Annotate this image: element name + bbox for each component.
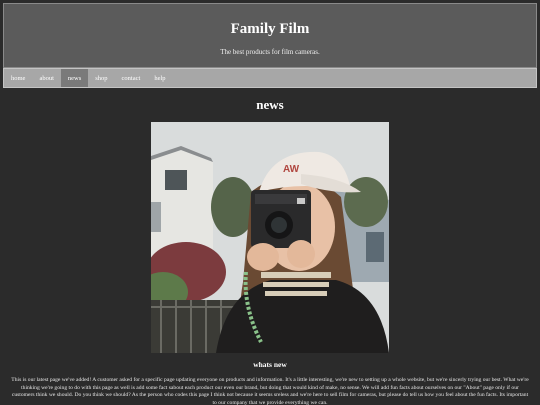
page-title: news bbox=[256, 97, 284, 112]
nav-item-home[interactable]: home bbox=[4, 69, 32, 87]
site-title: Family Film bbox=[230, 21, 310, 37]
nav-item-contact[interactable]: contact bbox=[115, 69, 148, 87]
news-photo: AW bbox=[151, 122, 389, 353]
film-camera-photo-icon: AW bbox=[151, 122, 389, 353]
cap-logo: AW bbox=[283, 164, 300, 175]
site-tagline: The best products for film cameras. bbox=[220, 48, 320, 56]
nav-item-shop[interactable]: shop bbox=[88, 69, 114, 87]
news-body-text: This is our latest page we've added! A c… bbox=[11, 377, 529, 405]
nav-item-about[interactable]: about bbox=[32, 69, 60, 87]
nav-item-help[interactable]: help bbox=[147, 69, 172, 87]
section-heading: whats new bbox=[253, 360, 287, 369]
nav-item-news[interactable]: news bbox=[60, 69, 89, 87]
site-header: Family Film The best products for film c… bbox=[3, 3, 537, 68]
main-nav: home about news shop contact help bbox=[3, 68, 537, 88]
